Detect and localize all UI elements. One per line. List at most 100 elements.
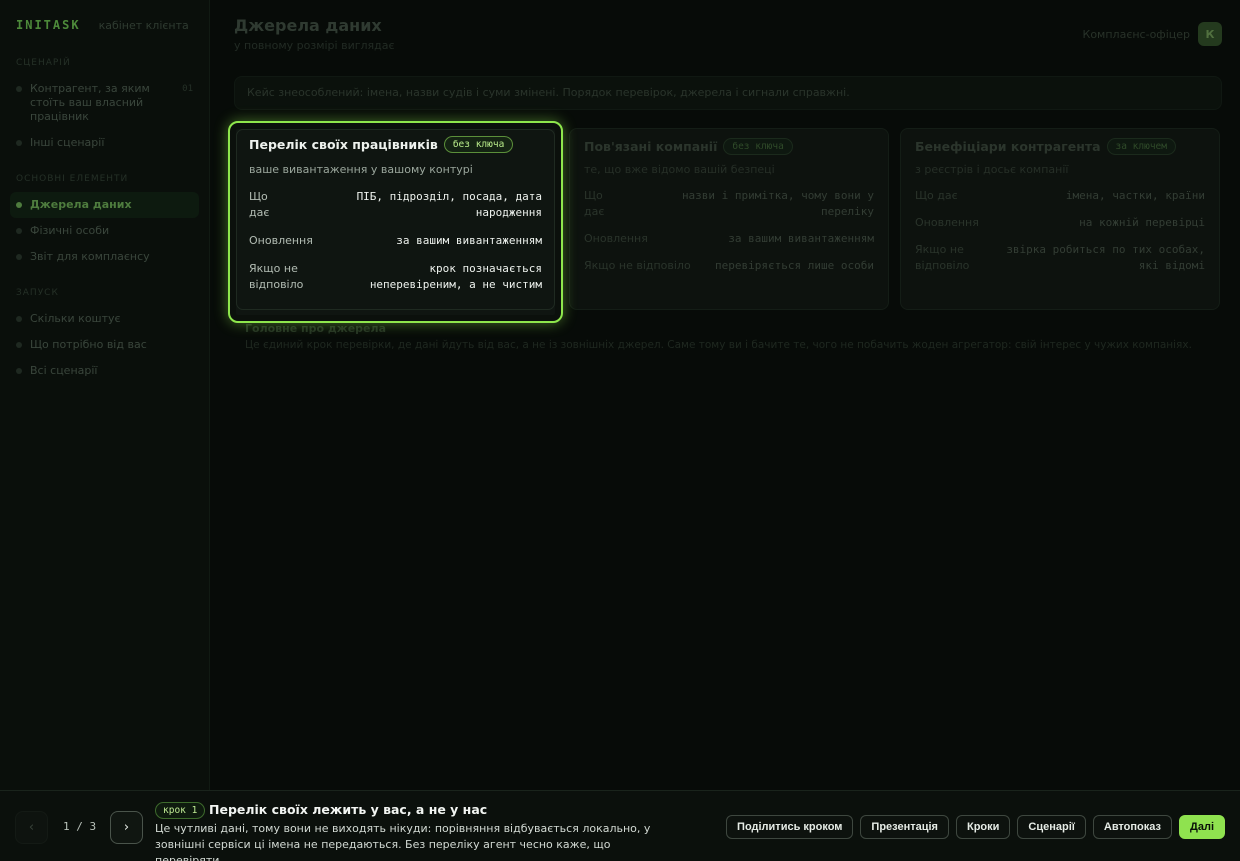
bullet-icon [16, 368, 22, 374]
key-badge: без ключа [723, 138, 793, 155]
sidebar-item-other-scenarios[interactable]: Інші сценарії [10, 130, 199, 156]
card-row: Якщо не відповіло перевіряється лише осо… [584, 258, 874, 274]
row-key: Оновлення [915, 216, 979, 229]
row-key: Оновлення [249, 234, 313, 247]
row-key: Що дає [584, 189, 605, 218]
row-value: за вашим вивантаженням [396, 234, 542, 247]
step-counter: 1 / 3 [63, 820, 97, 833]
sidebar-item-label: Звіт для комплаєнсу [30, 250, 150, 263]
card-row: Що дає ПІБ, підрозділ, посада, дата наро… [249, 189, 542, 221]
bullet-icon [16, 140, 22, 146]
card-header: Бенефіціари контрагента за ключем [915, 138, 1205, 155]
card-title: Перелік своїх працівників [249, 137, 438, 152]
step-title: Перелік своїх лежить у вас, а не у нас [209, 802, 488, 817]
sidebar-item-compliance-report[interactable]: Звіт для комплаєнсу [10, 244, 199, 270]
bullet-icon [16, 342, 22, 348]
row-value: за вашим вивантаженням [728, 232, 874, 245]
card-row: Оновлення за вашим вивантаженням [584, 231, 874, 247]
row-value: імена, частки, країни [1065, 189, 1205, 202]
sidebar-item-counterparty[interactable]: Контрагент, за яким стоїть ваш власний п… [10, 76, 199, 130]
row-value: назви і примітка, чому вони у переліку [681, 189, 874, 218]
page-subtitle: у повному розмірі виглядає [234, 39, 395, 52]
sidebar-item-pricing[interactable]: Скільки коштує [10, 306, 199, 332]
source-card-related-companies[interactable]: Пов'язані компанії без ключа те, що вже … [569, 128, 889, 310]
brand-logo[interactable]: INITASK [16, 18, 81, 32]
row-key: Якщо не відповіло [915, 243, 970, 272]
walkthrough-actions: Поділитись кроком Презентація Кроки Сцен… [726, 815, 1225, 839]
row-key: Якщо не відповіло [584, 259, 691, 272]
bullet-icon [16, 86, 22, 92]
row-value: звірка робиться по тих особах, які відом… [1006, 243, 1205, 272]
card-subtitle: з реєстрів і досьє компанії [915, 163, 1069, 176]
key-badge: за ключем [1106, 138, 1176, 155]
user-name: Комплаєнс-офіцер [1082, 27, 1190, 41]
sources-note-text: Це єдиний крок перевірки, де дані йдуть … [245, 339, 1192, 351]
card-row: Якщо не відповіло звірка робиться по тих… [915, 242, 1205, 274]
card-title: Бенефіціари контрагента [915, 139, 1101, 154]
card-subtitle: ваше вивантаження у вашому контурі [249, 163, 473, 176]
sidebar-item-label: Що потрібно від вас [30, 338, 147, 351]
card-header: Пов'язані компанії без ключа [584, 138, 874, 155]
row-key: Що дає [915, 189, 958, 202]
source-card-employees[interactable]: Перелік своїх працівників без ключа ваше… [228, 121, 563, 323]
page-title: Джерела даних [234, 16, 382, 35]
nav-group-launch: ЗАПУСК Скільки коштує Що потрібно від ва… [10, 288, 199, 384]
sources-note-title: Головне про джерела [245, 322, 386, 335]
sidebar-item-label: Фізичні особи [30, 224, 110, 237]
step-description: Це чутливі дані, тому вони не виходять н… [155, 822, 651, 861]
row-value: на кожній перевірці [1079, 216, 1205, 229]
sidebar-item-label: Інші сценарії [30, 136, 105, 149]
card-subtitle: те, що вже відомо вашій безпеці [584, 163, 775, 176]
sidebar-item-number: 01 [182, 84, 193, 94]
nav-group-label: СЦЕНАРІЙ [16, 58, 71, 68]
step-badge: крок 1 [155, 802, 206, 819]
sidebar-item-data-sources[interactable]: Джерела даних [10, 192, 199, 218]
card-row: Оновлення на кожній перевірці [915, 215, 1205, 231]
anonymization-notice: Кейс знеособлений: імена, назви судів і … [234, 76, 1222, 110]
bullet-icon [16, 254, 22, 260]
user-menu[interactable]: Комплаєнс-офіцер К [1083, 22, 1222, 46]
row-key: Що дає [249, 190, 270, 219]
key-badge: без ключа [443, 136, 514, 153]
presentation-button[interactable]: Презентація [860, 815, 949, 839]
row-value: крок позначається неперевіреним, а не чи… [369, 262, 542, 291]
brand-subtitle: кабінет клієнта [98, 18, 189, 32]
card-header: Перелік своїх працівників без ключа [249, 136, 542, 153]
sidebar-item-all-scenarios[interactable]: Всі сценарії [10, 358, 199, 384]
card-title: Пов'язані компанії [584, 139, 718, 154]
walkthrough-bar: ‹ 1 / 3 › крок 1 Перелік своїх лежить у … [0, 790, 1240, 861]
sidebar-item-label: Джерела даних [30, 198, 132, 211]
card-row: Що дає імена, частки, країни [915, 188, 1205, 204]
source-card-beneficiaries[interactable]: Бенефіціари контрагента за ключем з реєс… [900, 128, 1220, 310]
card-row: Якщо не відповіло крок позначається непе… [249, 261, 542, 293]
prev-step-button[interactable]: ‹ [15, 811, 48, 844]
share-step-button[interactable]: Поділитись кроком [726, 815, 854, 839]
steps-button[interactable]: Кроки [955, 815, 1011, 839]
nav-group-label: ЗАПУСК [16, 288, 59, 298]
autoplay-button[interactable]: Автопоказ [1092, 815, 1172, 839]
chevron-left-icon: ‹ [28, 820, 35, 835]
row-key: Якщо не відповіло [249, 262, 304, 291]
card-row: Оновлення за вашим вивантаженням [249, 233, 542, 249]
sidebar-item-label: Скільки коштує [30, 312, 121, 325]
avatar[interactable]: К [1198, 22, 1222, 46]
row-value: перевіряється лише особи [715, 259, 874, 272]
bullet-icon [16, 228, 22, 234]
sidebar-item-individuals[interactable]: Фізичні особи [10, 218, 199, 244]
nav-group-label: ОСНОВНІ ЕЛЕМЕНТИ [16, 174, 129, 184]
sidebar: INITASK кабінет клієнта СЦЕНАРІЙ Контраг… [0, 0, 210, 790]
sidebar-item-requirements[interactable]: Що потрібно від вас [10, 332, 199, 358]
sidebar-item-label: Контрагент, за яким стоїть ваш власний п… [30, 82, 150, 123]
row-key: Оновлення [584, 232, 648, 245]
scenarios-button[interactable]: Сценарії [1017, 815, 1086, 839]
bullet-icon [16, 202, 22, 208]
next-button[interactable]: Далі [1179, 815, 1225, 839]
nav-group-elements: ОСНОВНІ ЕЛЕМЕНТИ Джерела даних Фізичні о… [10, 174, 199, 270]
card-row: Що дає назви і примітка, чому вони у пер… [584, 188, 874, 220]
bullet-icon [16, 316, 22, 322]
brand: INITASK кабінет клієнта [10, 16, 199, 34]
chevron-right-icon: › [123, 820, 130, 835]
sidebar-item-label: Всі сценарії [30, 364, 98, 377]
row-value: ПІБ, підрозділ, посада, дата народження [356, 190, 542, 219]
next-step-arrow-button[interactable]: › [110, 811, 143, 844]
